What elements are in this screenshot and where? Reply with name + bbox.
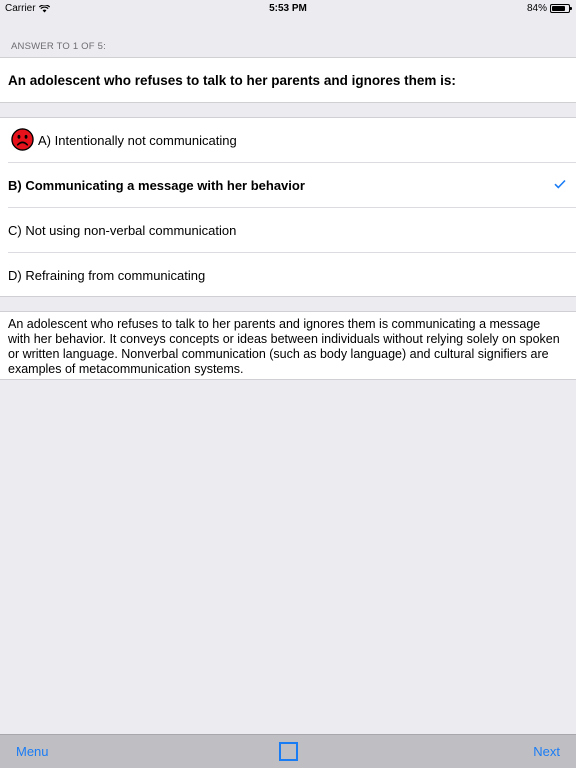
bottom-toolbar: Menu Next	[0, 734, 576, 768]
battery-icon	[550, 4, 572, 13]
battery-fill	[552, 6, 566, 11]
answer-option-d[interactable]: D) Refraining from communicating	[0, 253, 576, 298]
question-text: An adolescent who refuses to talk to her…	[8, 73, 456, 88]
menu-button[interactable]: Menu	[16, 744, 49, 759]
status-bar: Carrier 5:53 PM 84%	[0, 0, 576, 18]
answer-option-b[interactable]: B) Communicating a message with her beha…	[0, 163, 576, 208]
sad-face-icon	[11, 128, 34, 151]
battery-percent: 84%	[526, 3, 547, 14]
question-box: An adolescent who refuses to talk to her…	[0, 57, 576, 103]
answer-label: D) Refraining from communicating	[8, 268, 206, 283]
square-icon[interactable]	[279, 742, 298, 761]
battery-status: 84%	[526, 3, 572, 14]
next-button[interactable]: Next	[533, 744, 560, 759]
answer-label: C) Not using non-verbal communication	[8, 223, 237, 238]
answer-label: A) Intentionally not communicating	[38, 133, 237, 148]
answer-list: A) Intentionally not communicating B) Co…	[0, 117, 576, 297]
explanation-text: An adolescent who refuses to talk to her…	[8, 317, 560, 376]
answer-option-c[interactable]: C) Not using non-verbal communication	[0, 208, 576, 253]
explanation-box: An adolescent who refuses to talk to her…	[0, 311, 576, 380]
answer-label: B) Communicating a message with her beha…	[8, 178, 305, 193]
status-time: 5:53 PM	[269, 3, 307, 14]
answer-option-a[interactable]: A) Intentionally not communicating	[0, 118, 576, 163]
section-header: ANSWER TO 1 OF 5:	[11, 41, 106, 52]
checkmark-icon	[554, 179, 566, 189]
